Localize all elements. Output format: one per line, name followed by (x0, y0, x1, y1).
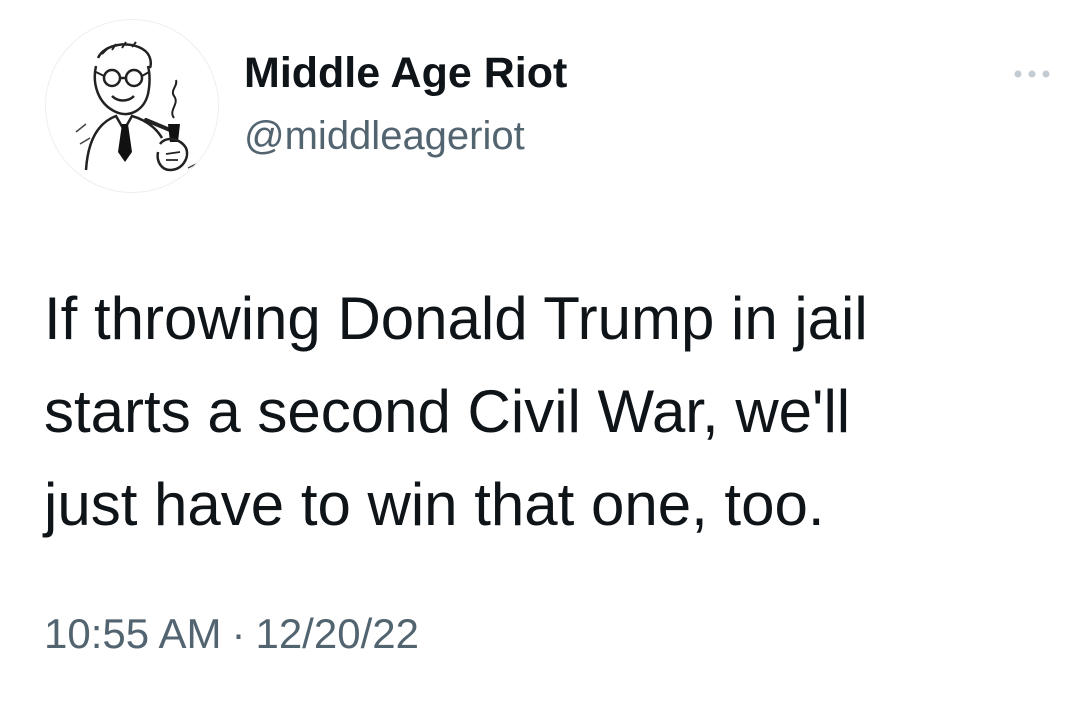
more-horizontal-icon (1014, 70, 1050, 78)
tweet-card: Middle Age Riot @middleageriot If throwi… (0, 0, 1066, 705)
tweet-date[interactable]: 12/20/22 (255, 610, 419, 657)
tweet-timestamp[interactable]: 10:55 AM · 12/20/22 (44, 608, 419, 660)
more-options-button[interactable] (1010, 64, 1054, 84)
avatar[interactable] (46, 20, 218, 192)
author-display-name[interactable]: Middle Age Riot (244, 48, 567, 98)
man-with-pipe-icon (75, 41, 201, 177)
timestamp-separator: · (231, 610, 246, 657)
tweet-text: If throwing Donald Trump in jail starts … (44, 285, 868, 538)
author-handle[interactable]: @middleageriot (244, 112, 525, 160)
tweet-time[interactable]: 10:55 AM (44, 610, 221, 657)
